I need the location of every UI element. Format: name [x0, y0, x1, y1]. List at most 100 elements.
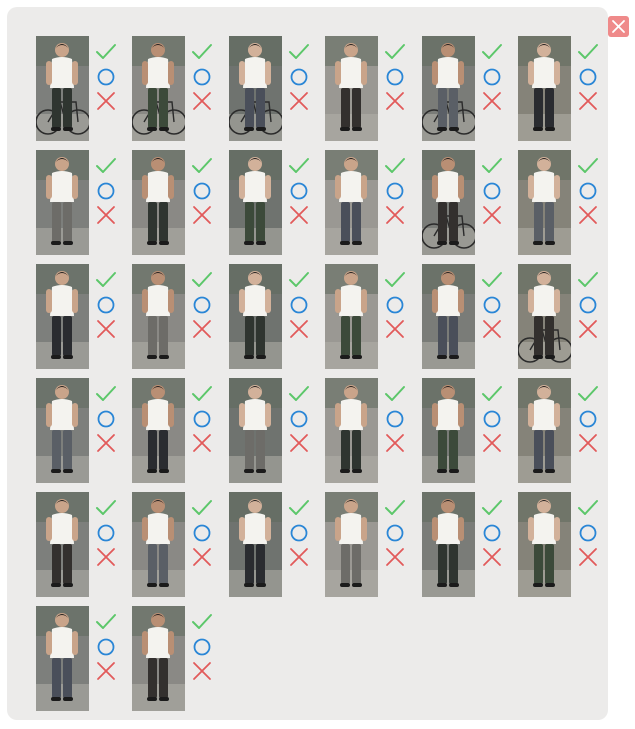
person-thumbnail[interactable]	[518, 264, 571, 369]
neutral-button[interactable]	[95, 294, 117, 316]
person-thumbnail[interactable]	[325, 36, 378, 141]
accept-button[interactable]	[481, 155, 503, 177]
person-thumbnail[interactable]	[36, 36, 89, 141]
person-thumbnail[interactable]	[132, 36, 185, 141]
accept-button[interactable]	[288, 383, 310, 405]
reject-button[interactable]	[95, 432, 117, 454]
accept-button[interactable]	[384, 41, 406, 63]
neutral-button[interactable]	[577, 294, 599, 316]
reject-button[interactable]	[577, 546, 599, 568]
person-thumbnail[interactable]	[229, 36, 282, 141]
person-thumbnail[interactable]	[422, 150, 475, 255]
reject-button[interactable]	[577, 318, 599, 340]
accept-button[interactable]	[191, 383, 213, 405]
person-thumbnail[interactable]	[422, 36, 475, 141]
person-thumbnail[interactable]	[518, 36, 571, 141]
reject-button[interactable]	[95, 546, 117, 568]
person-thumbnail[interactable]	[422, 492, 475, 597]
neutral-button[interactable]	[288, 522, 310, 544]
person-thumbnail[interactable]	[229, 150, 282, 255]
neutral-button[interactable]	[577, 522, 599, 544]
neutral-button[interactable]	[95, 180, 117, 202]
reject-button[interactable]	[288, 204, 310, 226]
neutral-button[interactable]	[288, 66, 310, 88]
neutral-button[interactable]	[481, 522, 503, 544]
accept-button[interactable]	[288, 269, 310, 291]
reject-button[interactable]	[577, 90, 599, 112]
neutral-button[interactable]	[481, 408, 503, 430]
reject-button[interactable]	[481, 90, 503, 112]
accept-button[interactable]	[95, 497, 117, 519]
neutral-button[interactable]	[95, 66, 117, 88]
person-thumbnail[interactable]	[325, 378, 378, 483]
neutral-button[interactable]	[288, 294, 310, 316]
accept-button[interactable]	[481, 41, 503, 63]
accept-button[interactable]	[95, 41, 117, 63]
reject-button[interactable]	[95, 204, 117, 226]
person-thumbnail[interactable]	[518, 492, 571, 597]
accept-button[interactable]	[288, 41, 310, 63]
accept-button[interactable]	[481, 497, 503, 519]
person-thumbnail[interactable]	[132, 150, 185, 255]
person-thumbnail[interactable]	[132, 378, 185, 483]
person-thumbnail[interactable]	[518, 150, 571, 255]
reject-button[interactable]	[288, 546, 310, 568]
person-thumbnail[interactable]	[36, 150, 89, 255]
neutral-button[interactable]	[481, 294, 503, 316]
reject-button[interactable]	[191, 432, 213, 454]
accept-button[interactable]	[191, 269, 213, 291]
neutral-button[interactable]	[191, 180, 213, 202]
reject-button[interactable]	[384, 204, 406, 226]
neutral-button[interactable]	[288, 180, 310, 202]
reject-button[interactable]	[384, 90, 406, 112]
reject-button[interactable]	[577, 204, 599, 226]
person-thumbnail[interactable]	[36, 606, 89, 711]
person-thumbnail[interactable]	[229, 378, 282, 483]
neutral-button[interactable]	[384, 180, 406, 202]
reject-button[interactable]	[288, 432, 310, 454]
accept-button[interactable]	[95, 611, 117, 633]
person-thumbnail[interactable]	[325, 264, 378, 369]
accept-button[interactable]	[95, 155, 117, 177]
reject-button[interactable]	[481, 546, 503, 568]
accept-button[interactable]	[577, 497, 599, 519]
neutral-button[interactable]	[95, 522, 117, 544]
person-thumbnail[interactable]	[36, 492, 89, 597]
person-thumbnail[interactable]	[422, 378, 475, 483]
accept-button[interactable]	[288, 155, 310, 177]
person-thumbnail[interactable]	[36, 264, 89, 369]
reject-button[interactable]	[384, 546, 406, 568]
accept-button[interactable]	[384, 383, 406, 405]
neutral-button[interactable]	[191, 408, 213, 430]
neutral-button[interactable]	[191, 66, 213, 88]
reject-button[interactable]	[95, 90, 117, 112]
reject-button[interactable]	[191, 204, 213, 226]
neutral-button[interactable]	[577, 66, 599, 88]
accept-button[interactable]	[577, 269, 599, 291]
reject-button[interactable]	[288, 318, 310, 340]
neutral-button[interactable]	[481, 180, 503, 202]
accept-button[interactable]	[577, 155, 599, 177]
reject-button[interactable]	[481, 432, 503, 454]
accept-button[interactable]	[384, 155, 406, 177]
reject-button[interactable]	[481, 204, 503, 226]
person-thumbnail[interactable]	[132, 264, 185, 369]
accept-button[interactable]	[577, 383, 599, 405]
accept-button[interactable]	[577, 41, 599, 63]
neutral-button[interactable]	[384, 522, 406, 544]
accept-button[interactable]	[288, 497, 310, 519]
accept-button[interactable]	[384, 269, 406, 291]
close-button[interactable]	[608, 16, 629, 37]
accept-button[interactable]	[384, 497, 406, 519]
reject-button[interactable]	[191, 660, 213, 682]
reject-button[interactable]	[288, 90, 310, 112]
reject-button[interactable]	[577, 432, 599, 454]
accept-button[interactable]	[95, 383, 117, 405]
reject-button[interactable]	[95, 318, 117, 340]
accept-button[interactable]	[481, 383, 503, 405]
neutral-button[interactable]	[481, 66, 503, 88]
reject-button[interactable]	[95, 660, 117, 682]
neutral-button[interactable]	[384, 66, 406, 88]
reject-button[interactable]	[191, 318, 213, 340]
person-thumbnail[interactable]	[132, 606, 185, 711]
